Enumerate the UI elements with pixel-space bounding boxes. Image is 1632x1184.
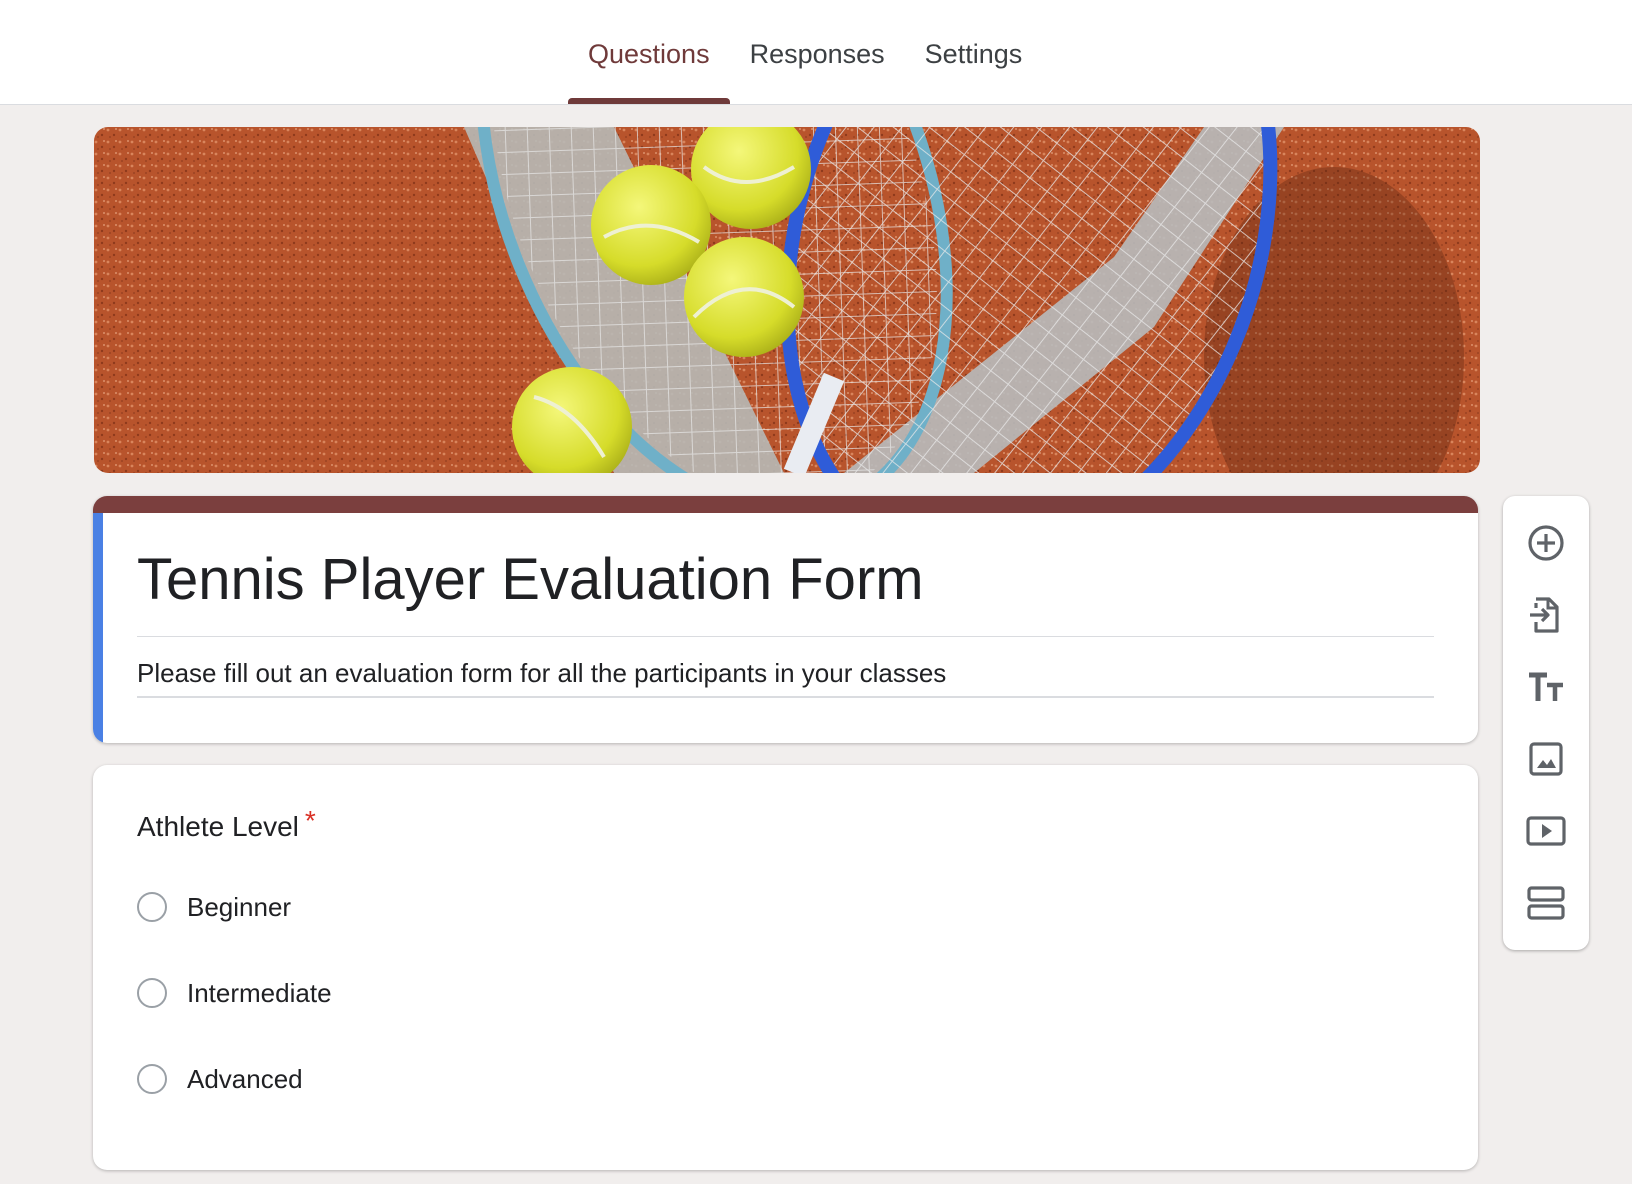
required-asterisk: *	[304, 805, 316, 836]
radio-button[interactable]	[137, 892, 167, 922]
header-banner-image	[94, 127, 1480, 473]
radio-button[interactable]	[137, 978, 167, 1008]
question-card[interactable]: Athlete Level * Beginner Intermediate Adv…	[93, 765, 1478, 1170]
add-question-button[interactable]	[1524, 521, 1568, 565]
option-label: Advanced	[187, 1063, 303, 1094]
tab-questions[interactable]: Questions	[568, 0, 730, 104]
add-image-button[interactable]	[1524, 737, 1568, 781]
option-label: Intermediate	[187, 977, 332, 1008]
option-beginner[interactable]: Beginner	[137, 887, 291, 927]
import-questions-button[interactable]	[1524, 593, 1568, 637]
title-underline	[137, 636, 1434, 637]
question-title: Athlete Level *	[137, 805, 316, 844]
add-image-icon	[1529, 742, 1563, 776]
top-bar: Questions Responses Settings	[0, 0, 1632, 105]
theme-color-strip	[93, 496, 1478, 513]
add-section-icon	[1527, 886, 1565, 920]
tab-list: Questions Responses Settings	[568, 0, 1042, 104]
option-intermediate[interactable]: Intermediate	[137, 973, 332, 1013]
add-video-icon	[1526, 816, 1566, 846]
tennis-banner-image	[94, 127, 1480, 473]
form-title[interactable]: Tennis Player Evaluation Form	[137, 548, 924, 612]
description-underline	[137, 696, 1434, 698]
question-title-text: Athlete Level	[137, 811, 299, 842]
form-description[interactable]: Please fill out an evaluation form for a…	[137, 658, 946, 688]
side-toolbar	[1503, 496, 1589, 950]
option-advanced[interactable]: Advanced	[137, 1059, 303, 1099]
radio-button[interactable]	[137, 1064, 167, 1094]
option-label: Beginner	[187, 891, 292, 922]
add-question-icon	[1528, 525, 1564, 561]
import-questions-icon	[1530, 597, 1559, 633]
active-card-indicator	[93, 513, 103, 743]
add-title-icon	[1529, 672, 1563, 701]
form-header-card[interactable]: Tennis Player Evaluation Form Please fil…	[93, 496, 1478, 743]
add-title-button[interactable]	[1524, 665, 1568, 709]
tab-settings[interactable]: Settings	[905, 0, 1043, 104]
tab-responses[interactable]: Responses	[730, 0, 905, 104]
add-video-button[interactable]	[1524, 809, 1568, 853]
add-section-button[interactable]	[1524, 881, 1568, 925]
